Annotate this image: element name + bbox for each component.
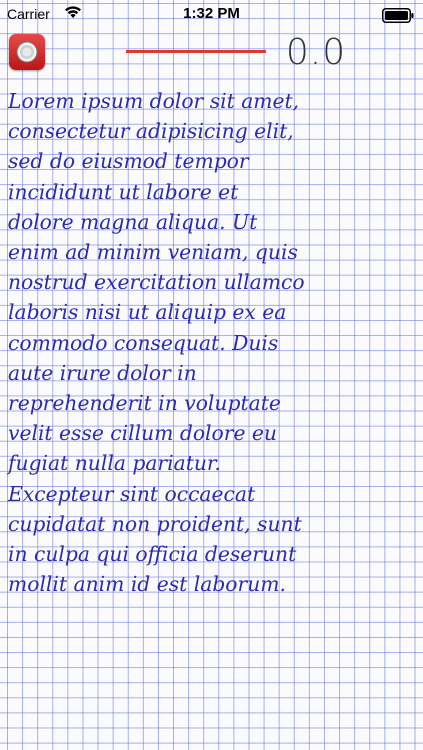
note-text: Lorem ipsum dolor sit amet, consectetur a…: [8, 86, 418, 599]
note-line: sed do eiusmod tempor: [8, 149, 249, 174]
note-line: fugiat nulla pariatur.: [8, 451, 221, 476]
note-line: incididunt ut labore et: [8, 179, 239, 204]
note-line: Lorem ipsum dolor sit amet,: [8, 89, 300, 113]
note-line: commodo consequat. Duis: [8, 330, 279, 355]
level-meter-fill: [126, 50, 266, 53]
note-line: reprehenderit in voluptate: [8, 391, 281, 416]
note-line: dolore magna aliqua. Ut: [8, 209, 258, 234]
record-button[interactable]: [9, 34, 45, 70]
level-meter: [126, 50, 266, 53]
note-line: velit esse cillum dolore eu: [8, 421, 277, 446]
note-line: laboris nisi ut aliquip ex ea: [8, 300, 287, 325]
note-line: mollit anim id est laborum.: [8, 572, 286, 597]
note-line: aute irure dolor in: [8, 360, 197, 385]
note-line: Excepteur sint occaecat: [8, 481, 256, 506]
record-icon: [16, 41, 38, 63]
status-time: 1:32 PM: [183, 5, 240, 22]
note-line: nostrud exercitation ullamco: [8, 270, 305, 295]
level-readout: 0.0: [285, 32, 347, 73]
note-line: enim ad minim veniam, quis: [8, 240, 298, 265]
note-line: in culpa qui officia deserunt: [8, 542, 297, 567]
note-line: cupidatat non proident, sunt: [8, 511, 302, 536]
status-bar: Carrier 1:32 PM: [0, 0, 423, 30]
battery-icon: [382, 8, 414, 23]
note-line: consectetur adipisicing elit,: [8, 119, 294, 144]
